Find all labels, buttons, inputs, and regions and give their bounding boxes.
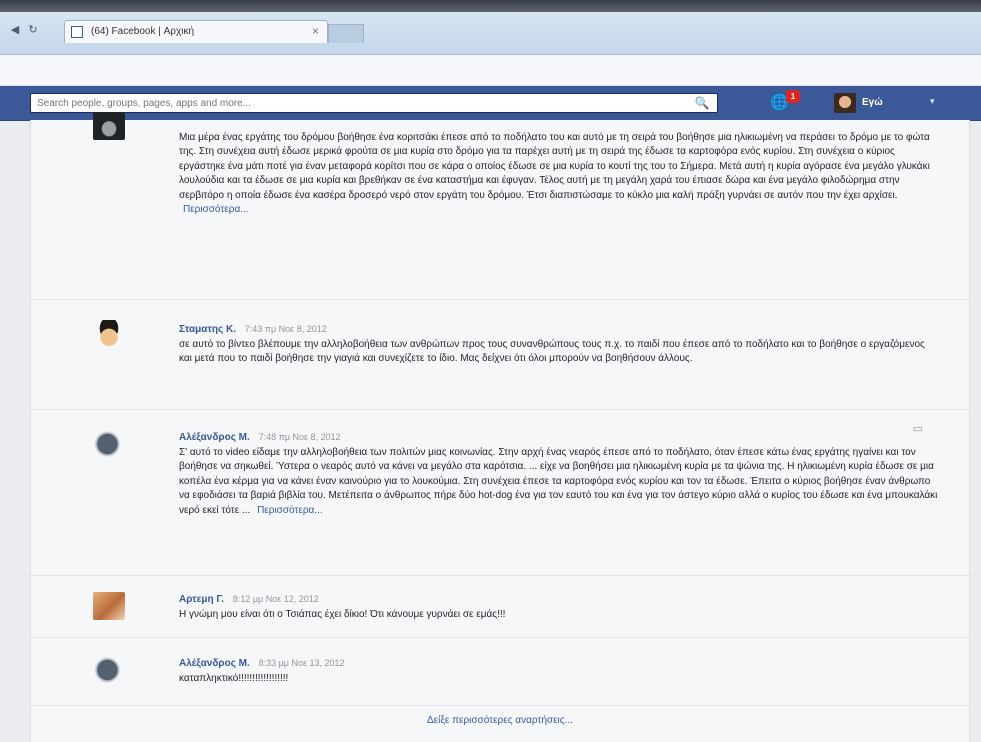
- comments-feed: Μια μέρα ένας εργάτης του δρόμου βοήθησε…: [30, 112, 970, 742]
- new-tab-button[interactable]: [328, 24, 364, 43]
- comment-item: Αρτεμη Γ. 8:12 μμ Νοε 12, 2012 Η γνώμη μ…: [31, 576, 969, 638]
- comment-item: Αλέξανδρος Μ. 7:48 πμ Νοε 8, 2012 Σ' αυτ…: [31, 410, 969, 576]
- notification-count-badge: 1: [786, 90, 800, 103]
- hide-comment-icon[interactable]: ▭: [913, 422, 923, 435]
- comment-item: Σταματης Κ. 7:43 πμ Νοε 8, 2012 σε αυτό …: [31, 300, 969, 410]
- search-input[interactable]: [30, 93, 718, 113]
- profile-name-link[interactable]: Εγώ: [862, 97, 883, 108]
- facebook-top-bar: 🔍 🌐 1 Εγώ ▾: [0, 86, 981, 121]
- see-more-link[interactable]: Περισσότερα...: [183, 204, 249, 215]
- browser-tabbar: ◀ ↻ (64) Facebook | Αρχική ×: [0, 12, 981, 55]
- browser-titlebar: [0, 0, 981, 12]
- avatar[interactable]: [93, 430, 125, 458]
- search-icon[interactable]: 🔍: [688, 95, 716, 111]
- comment-text: σε αυτό το βίντεο βλέπουμε την αλληλοβοή…: [179, 339, 925, 365]
- comment-author[interactable]: Σταματης Κ.: [179, 324, 236, 335]
- comment-timestamp[interactable]: 7:43 πμ Νοε 8, 2012: [245, 324, 327, 334]
- comment-text: καταπληκτικό!!!!!!!!!!!!!!!!!!: [179, 673, 289, 684]
- see-more-link[interactable]: Περισσότερα...: [257, 505, 323, 516]
- comment-text: Μια μέρα ένας εργάτης του δρόμου βοήθησε…: [179, 132, 930, 201]
- browser-tab-facebook[interactable]: (64) Facebook | Αρχική ×: [64, 20, 328, 43]
- back-icon[interactable]: ◀: [8, 24, 22, 36]
- comment-timestamp[interactable]: 8:12 μμ Νοε 12, 2012: [233, 594, 319, 604]
- avatar[interactable]: [93, 112, 125, 140]
- tab-close-icon[interactable]: ×: [312, 24, 319, 38]
- avatar[interactable]: [93, 592, 125, 620]
- comment-timestamp[interactable]: 7:48 πμ Νοε 8, 2012: [259, 432, 341, 442]
- chevron-down-icon[interactable]: ▾: [930, 96, 935, 107]
- avatar[interactable]: [93, 320, 125, 348]
- reload-icon[interactable]: ↻: [26, 24, 40, 36]
- tab-title: (64) Facebook | Αρχική: [91, 26, 195, 37]
- comment-author[interactable]: Αρτεμη Γ.: [179, 594, 224, 605]
- show-more-posts-link[interactable]: Δείξε περισσότερες αναρτήσεις...: [31, 706, 969, 736]
- comment-text: Η γνώμη μου είναι ότι ο Τσιάπας έχει δίκ…: [179, 609, 506, 620]
- comment-author[interactable]: Αλέξανδρος Μ.: [179, 432, 250, 443]
- facebook-favicon-icon: [71, 26, 83, 38]
- browser-toolbar: [0, 55, 981, 86]
- profile-avatar[interactable]: [834, 93, 856, 113]
- comment-item: Μια μέρα ένας εργάτης του δρόμου βοήθησε…: [31, 112, 969, 300]
- comment-timestamp[interactable]: 8:33 μμ Νοε 13, 2012: [259, 658, 345, 668]
- comment-author[interactable]: Αλέξανδρος Μ.: [179, 658, 250, 669]
- comment-item: Αλέξανδρος Μ. 8:33 μμ Νοε 13, 2012 καταπ…: [31, 638, 969, 706]
- avatar[interactable]: [93, 656, 125, 684]
